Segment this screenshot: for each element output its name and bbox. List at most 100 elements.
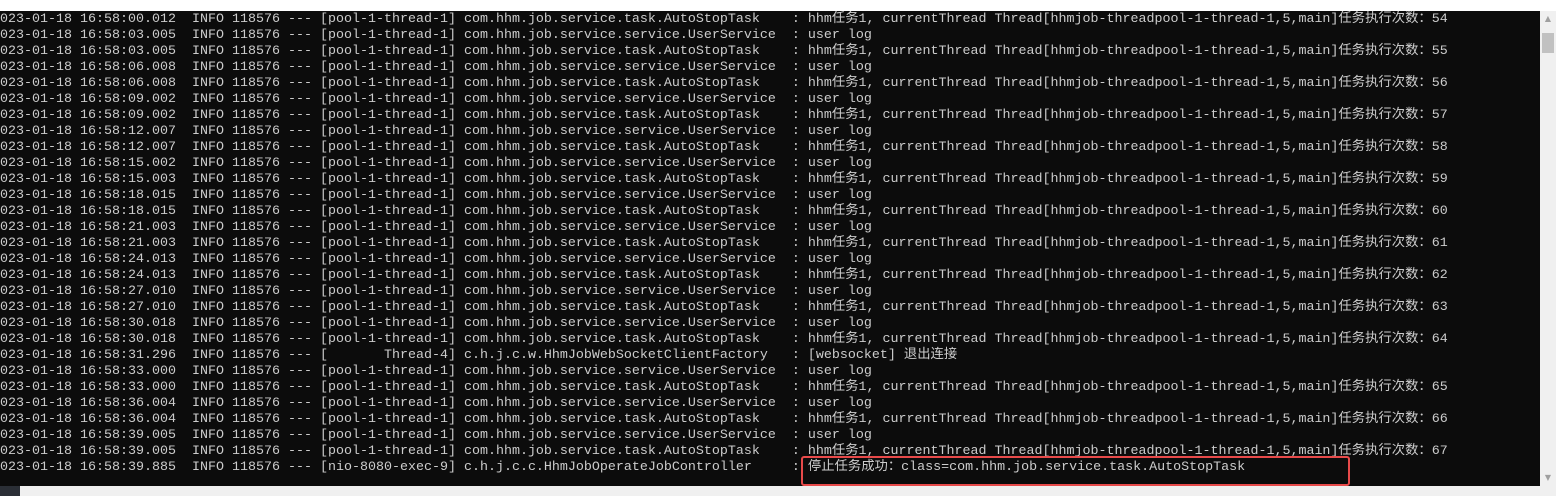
log-thread: pool-1-thread-1 [327,332,448,347]
log-level: INFO [191,364,224,379]
log-thread: pool-1-thread-1 [327,92,448,107]
log-message: hhm任务1, currentThread Thread[hhmjob-thre… [807,412,1448,427]
log-spacing [224,92,232,107]
log-thread: Thread-4 [383,348,448,363]
log-logger: com.hhm.job.service.service.UserService [463,156,776,171]
log-level: INFO [191,44,224,59]
log-pid: 118576 [231,364,280,379]
log-logger: com.hhm.job.service.service.UserService [463,396,776,411]
log-spacing: --- [ [279,412,328,427]
log-timestamp: 2023-01-18 16:58:30.018 [0,332,176,347]
log-thread: pool-1-thread-1 [327,172,448,187]
log-level: INFO [191,204,224,219]
log-message: hhm任务1, currentThread Thread[hhmjob-thre… [807,268,1448,283]
log-spacing: --- [ [279,108,328,123]
log-timestamp: 2023-01-18 16:58:06.008 [0,60,176,75]
log-line: 2023-01-18 16:58:31.296 INFO 118576 --- … [0,348,1448,364]
log-message: hhm任务1, currentThread Thread[hhmjob-thre… [807,76,1448,91]
log-line: 2023-01-18 16:58:09.002 INFO 118576 --- … [0,92,1448,108]
vertical-scrollbar[interactable]: ▲ ▼ [1540,11,1556,486]
log-line: 2023-01-18 16:58:39.005 INFO 118576 --- … [0,444,1448,460]
scroll-up-arrow-icon[interactable]: ▲ [1540,11,1556,27]
log-spacing [224,220,232,235]
log-pid: 118576 [231,396,280,411]
log-spacing: --- [ [279,332,328,347]
log-spacing: --- [ [279,204,328,219]
log-pid: 118576 [231,12,280,27]
log-level: INFO [191,60,224,75]
log-thread: pool-1-thread-1 [327,444,448,459]
log-line: 2023-01-18 16:58:15.003 INFO 118576 --- … [0,172,1448,188]
log-spacing: --- [ [279,28,328,43]
log-message: hhm任务1, currentThread Thread[hhmjob-thre… [807,108,1448,123]
log-spacing: ] [447,44,464,59]
log-line: 2023-01-18 16:58:21.003 INFO 118576 --- … [0,220,1448,236]
log-line: 2023-01-18 16:58:30.018 INFO 118576 --- … [0,316,1448,332]
log-spacing [176,60,192,75]
log-timestamp: 2023-01-18 16:58:03.005 [0,44,176,59]
log-spacing: --- [ [279,124,328,139]
log-spacing: --- [ [279,172,328,187]
log-spacing: ] [447,316,464,331]
log-spacing: ] [447,124,464,139]
taskbar-fragment [0,486,20,496]
log-spacing: : [775,364,808,379]
log-level: INFO [191,348,224,363]
log-thread: pool-1-thread-1 [327,44,448,59]
log-message: hhm任务1, currentThread Thread[hhmjob-thre… [807,12,1448,27]
log-line: 2023-01-18 16:58:27.010 INFO 118576 --- … [0,300,1448,316]
log-spacing [224,28,232,43]
log-message: user log [807,252,872,267]
log-spacing [224,316,232,331]
log-spacing: ] [447,28,464,43]
log-line: 2023-01-18 16:58:06.008 INFO 118576 --- … [0,60,1448,76]
log-spacing [176,332,192,347]
log-timestamp: 2023-01-18 16:58:27.010 [0,300,176,315]
log-logger: com.hhm.job.service.task.AutoStopTask [463,108,760,123]
log-message: hhm任务1, currentThread Thread[hhmjob-thre… [807,332,1448,347]
log-pid: 118576 [231,124,280,139]
log-logger: com.hhm.job.service.task.AutoStopTask [463,76,760,91]
log-spacing: --- [ [279,156,328,171]
log-spacing: ] [447,460,464,475]
log-spacing: : [751,460,808,475]
log-spacing [176,428,192,443]
log-message: user log [807,188,872,203]
log-spacing: --- [ [279,252,328,267]
log-spacing [176,12,192,27]
log-logger: com.hhm.job.service.task.AutoStopTask [463,44,760,59]
log-message: hhm任务1, currentThread Thread[hhmjob-thre… [807,300,1448,315]
log-spacing [224,76,232,91]
log-pid: 118576 [231,44,280,59]
log-spacing: : [759,172,808,187]
log-spacing: ] [447,140,464,155]
log-spacing [224,252,232,267]
scroll-down-arrow-icon[interactable]: ▼ [1540,470,1556,486]
log-timestamp: 2023-01-18 16:58:39.885 [0,460,176,475]
log-message: user log [807,284,872,299]
log-logger: com.hhm.job.service.task.AutoStopTask [463,444,760,459]
log-spacing: ] [447,348,464,363]
log-spacing [176,300,192,315]
log-pid: 118576 [231,316,280,331]
log-spacing [176,204,192,219]
log-level: INFO [191,188,224,203]
log-spacing: --- [ [279,140,328,155]
log-thread: pool-1-thread-1 [327,412,448,427]
log-message: hhm任务1, currentThread Thread[hhmjob-thre… [807,172,1448,187]
log-spacing: ] [447,412,464,427]
log-spacing: ] [447,76,464,91]
log-spacing [176,92,192,107]
log-spacing: : [775,92,808,107]
log-spacing [224,284,232,299]
log-logger: com.hhm.job.service.service.UserService [463,28,776,43]
log-pid: 118576 [231,428,280,443]
log-pid: 118576 [231,76,280,91]
log-spacing [224,60,232,75]
log-level: INFO [191,236,224,251]
scrollbar-thumb[interactable] [1542,33,1554,53]
log-spacing [176,236,192,251]
log-thread: pool-1-thread-1 [327,76,448,91]
console-output[interactable]: 2023-01-18 16:58:00.012 INFO 118576 --- … [0,11,1540,486]
log-timestamp: 2023-01-18 16:58:30.018 [0,316,176,331]
